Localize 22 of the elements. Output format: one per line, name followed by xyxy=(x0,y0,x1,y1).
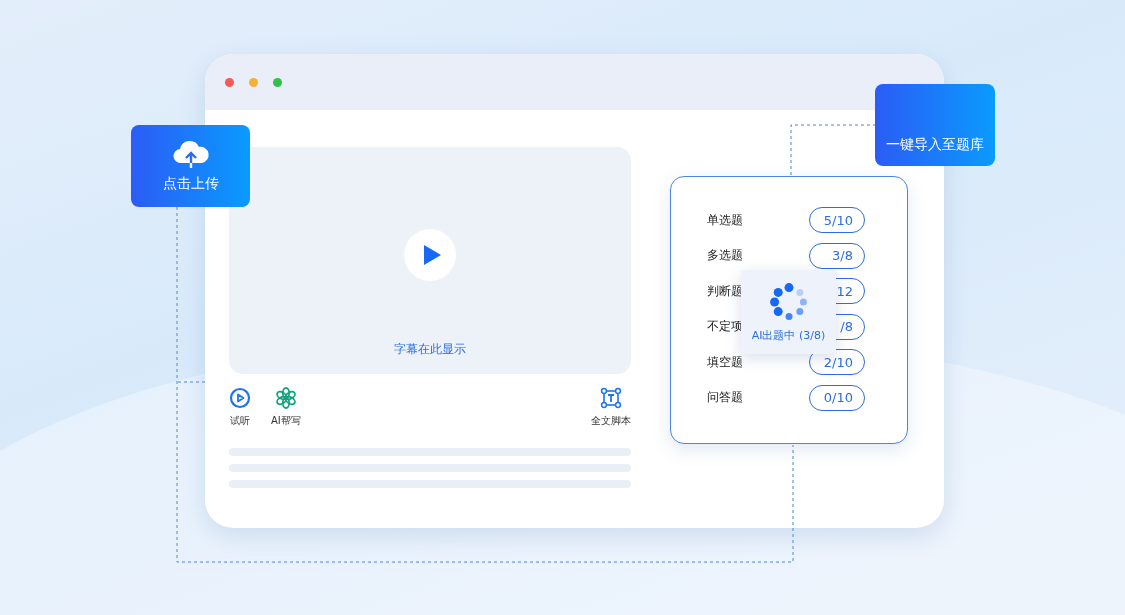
import-button[interactable]: 一键导入至题库 xyxy=(875,84,995,166)
cloud-upload-icon xyxy=(170,139,211,169)
loading-spinner-icon xyxy=(768,281,809,322)
question-type-label: 问答题 xyxy=(707,389,743,406)
question-type-label: 填空题 xyxy=(707,353,743,371)
tool-button[interactable]: 试听 xyxy=(229,387,251,428)
flower-icon xyxy=(274,387,297,409)
minimize-dot[interactable] xyxy=(249,77,258,87)
upload-button[interactable]: 点击上传 xyxy=(131,125,250,207)
play-button[interactable] xyxy=(404,229,456,281)
question-type-label: 单选题 xyxy=(707,211,743,229)
play-icon xyxy=(422,244,442,266)
question-type-label: 不定项 xyxy=(707,318,743,335)
text-frame-icon xyxy=(600,387,622,409)
close-dot[interactable] xyxy=(225,77,234,87)
maximize-dot[interactable] xyxy=(273,77,282,87)
subtitle-text: 字幕在此显示 xyxy=(394,341,466,358)
tool-button[interactable]: AI帮写 xyxy=(271,387,301,428)
play-icon xyxy=(229,387,251,409)
question-type-label: 判断题 xyxy=(707,282,743,300)
tool-button[interactable]: 全文脚本 xyxy=(591,387,631,428)
question-type-label: 多选题 xyxy=(707,247,743,264)
